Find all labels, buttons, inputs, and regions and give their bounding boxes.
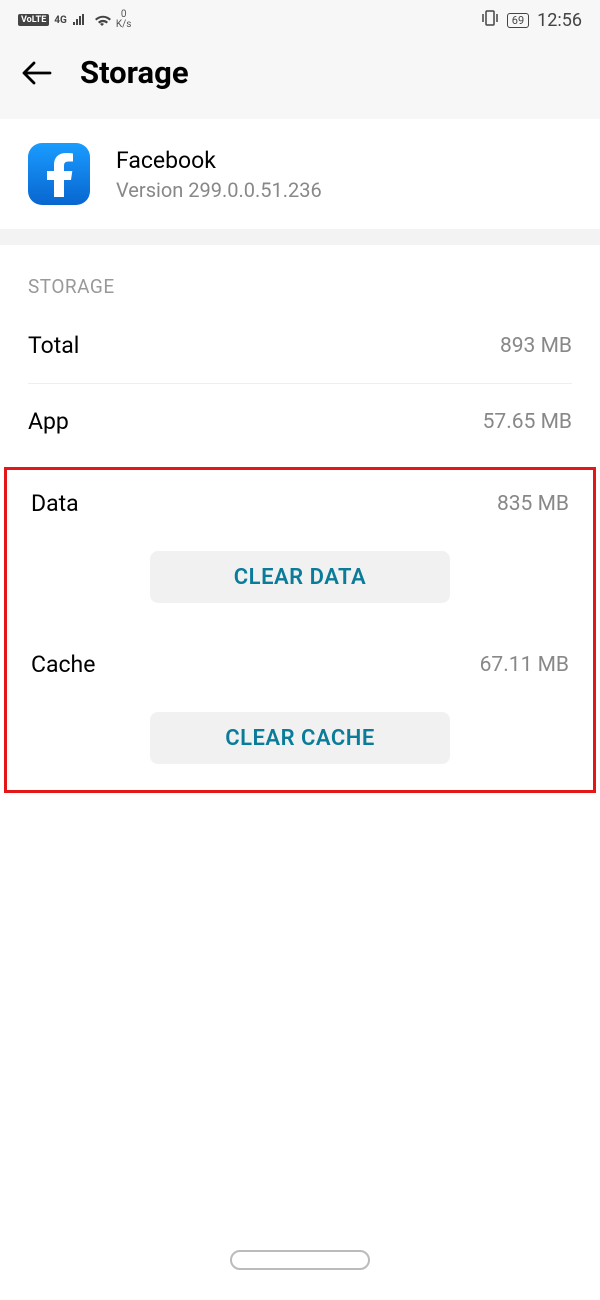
network-type: 4G [54,15,67,26]
data-label: Data [31,490,79,517]
highlight-annotation: Data 835 MB CLEAR DATA Cache 67.11 MB CL… [4,467,596,793]
data-value: 835 MB [497,492,569,516]
storage-section-header: STORAGE [0,245,600,308]
home-indicator[interactable] [230,1250,370,1270]
network-speed: 0 K/s [116,10,132,30]
section-divider [0,229,600,245]
cache-label: Cache [31,651,95,678]
data-section: Data 835 MB CLEAR DATA [7,470,593,631]
battery-icon: 69 [507,13,529,28]
total-value: 893 MB [500,334,572,358]
app-info-panel: Facebook Version 299.0.0.51.236 [0,119,600,229]
clock: 12:56 [537,10,582,31]
status-bar: VoLTE 4G 0 K/s 69 12:56 [0,0,600,40]
page-header: Storage [0,40,600,119]
status-left: VoLTE 4G 0 K/s [18,10,131,30]
app-size-value: 57.65 MB [483,410,572,434]
wifi-icon [93,13,111,27]
volte-badge: VoLTE [18,14,49,26]
data-row: Data 835 MB [7,470,593,527]
total-label: Total [28,332,79,359]
cache-row: Cache 67.11 MB [7,631,593,688]
page-title: Storage [80,54,189,91]
app-size-label: App [28,408,69,435]
app-size-row: App 57.65 MB [0,384,600,459]
vibrate-icon [481,10,499,30]
app-version: Version 299.0.0.51.236 [116,178,322,202]
app-name: Facebook [116,147,322,174]
clear-cache-button[interactable]: CLEAR CACHE [150,712,450,764]
status-right: 69 12:56 [481,10,582,31]
clear-data-button[interactable]: CLEAR DATA [150,551,450,603]
cache-value: 67.11 MB [480,653,569,677]
total-row: Total 893 MB [0,308,600,383]
cache-section: Cache 67.11 MB CLEAR CACHE [7,631,593,764]
arrow-left-icon [20,59,52,87]
signal-icon [72,14,88,26]
facebook-app-icon [28,143,90,205]
app-meta: Facebook Version 299.0.0.51.236 [116,147,322,202]
back-button[interactable] [20,57,52,89]
